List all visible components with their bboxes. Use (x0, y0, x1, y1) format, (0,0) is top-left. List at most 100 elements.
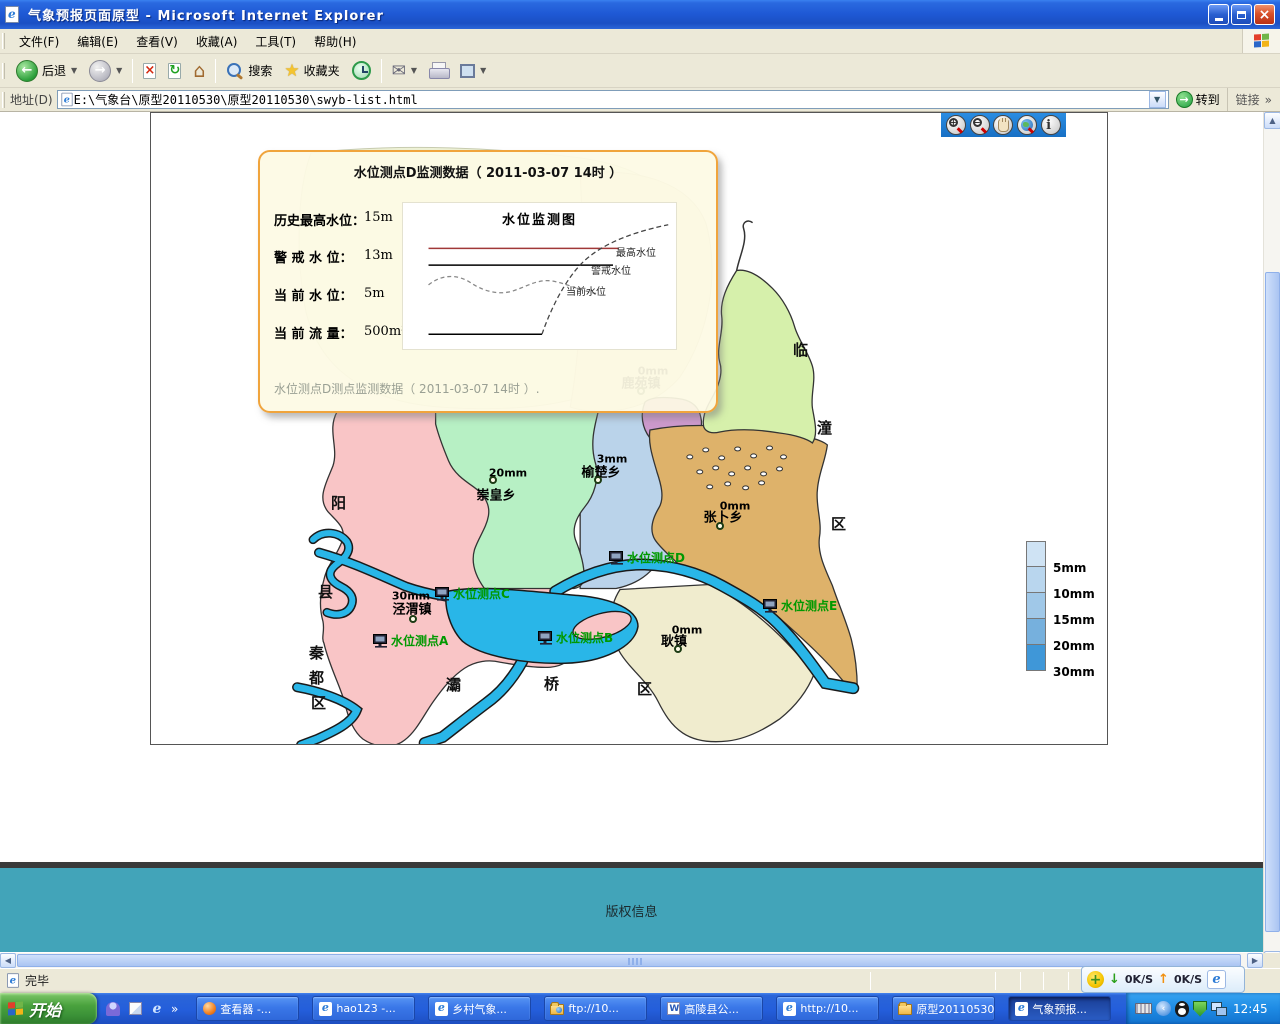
district-label: 县 (318, 581, 333, 602)
tray-clock: 12:45 (1233, 1002, 1268, 1016)
close-button-icon[interactable]: × (1254, 4, 1275, 25)
tray-collapse-icon[interactable]: ‹ (1156, 1001, 1171, 1016)
back-dropdown-icon[interactable]: ▼ (71, 66, 77, 75)
history-icon (352, 61, 371, 80)
station-marker[interactable]: 水位测点D (609, 549, 685, 566)
ie-widget-icon[interactable]: e (1207, 970, 1226, 989)
task-button-hao123[interactable]: hao123 -... (312, 996, 415, 1021)
water-level-chart: 水位监测图 最高水位 警戒水位 当前水位 (402, 202, 677, 350)
window-title: 气象预报页面原型 - Microsoft Internet Explorer (28, 5, 1208, 24)
task-button-http[interactable]: http://10... (776, 996, 879, 1021)
toolbar-grip[interactable] (2, 92, 5, 108)
quick-launch-ie-icon[interactable]: e (149, 1001, 165, 1017)
district-label: 临 (793, 339, 808, 360)
home-button[interactable]: ⌂ (187, 60, 211, 82)
scroll-right-icon[interactable]: ▶ (1247, 953, 1263, 968)
go-arrow-icon: → (1176, 91, 1193, 108)
input-method-keyboard-icon[interactable] (1135, 1003, 1152, 1014)
restore-button-icon[interactable] (1231, 4, 1252, 25)
address-bar: 地址(D) ▼ → 转到 链接 » (0, 88, 1280, 112)
folder-globe-icon (550, 1002, 564, 1016)
mail-dropdown-icon[interactable]: ▼ (411, 66, 417, 75)
station-marker[interactable]: 水位测点C (435, 585, 510, 602)
forward-button[interactable]: → ▼ (83, 57, 128, 85)
print-button[interactable] (423, 59, 454, 83)
ie-page-icon (1014, 1002, 1028, 1016)
full-extent-globe-icon[interactable] (1017, 115, 1037, 135)
chart-annotation: 警戒水位 (591, 262, 631, 277)
menu-help[interactable]: 帮助(H) (305, 30, 365, 53)
horizontal-scrollbar[interactable]: ◀ ▶ (0, 953, 1263, 968)
back-button[interactable]: ← 后退 ▼ (10, 57, 83, 85)
station-marker[interactable]: 水位测点B (538, 629, 613, 646)
monitor-icon (435, 587, 451, 601)
town-name: 崇皇乡 (476, 485, 515, 504)
zoom-in-icon[interactable]: + (946, 115, 966, 135)
security-shield-icon[interactable] (1193, 1001, 1207, 1017)
quick-launch-more-icon[interactable]: » (171, 1002, 178, 1016)
vertical-scrollbar[interactable]: ▲ ▼ (1263, 112, 1280, 968)
refresh-button[interactable]: ↻ (162, 60, 187, 82)
menu-edit[interactable]: 编辑(E) (68, 30, 127, 53)
chart-annotation: 当前水位 (566, 283, 606, 298)
pan-hand-icon[interactable] (993, 115, 1013, 135)
address-input[interactable] (74, 92, 1149, 108)
task-label: http://10... (800, 1002, 858, 1015)
menu-view[interactable]: 查看(V) (127, 30, 187, 53)
task-button-rural-weather[interactable]: 乡村气象... (428, 996, 531, 1021)
scroll-up-icon[interactable]: ▲ (1264, 112, 1280, 129)
edit-dropdown-icon[interactable]: ▼ (480, 66, 486, 75)
word-doc-icon (666, 1002, 680, 1016)
edit-button[interactable]: ▼ (454, 61, 492, 81)
task-button-word-doc[interactable]: 高陵县公... (660, 996, 763, 1021)
net-speed-widget[interactable]: + ↓ 0K/S ↑ 0K/S e (1081, 966, 1245, 993)
network-status-icon[interactable] (1211, 1002, 1227, 1016)
task-label: 乡村气象... (452, 1001, 507, 1017)
qq-penguin-icon[interactable] (1175, 1001, 1189, 1017)
district-label: 都 (309, 667, 324, 688)
station-marker[interactable]: 水位测点A (373, 632, 448, 649)
menu-tools[interactable]: 工具(T) (246, 30, 305, 53)
dialog-row-value: 5m (364, 286, 385, 301)
chart-title: 水位监测图 (403, 209, 676, 228)
quick-launch-show-desktop-icon[interactable] (127, 1001, 143, 1017)
go-button[interactable]: → 转到 (1169, 91, 1227, 108)
links-bar[interactable]: 链接 » (1227, 88, 1280, 111)
home-icon: ⌂ (193, 63, 205, 79)
station-data-dialog[interactable]: 水位测点D监测数据（ 2011-03-07 14时 ） 历史最高水位： 15m … (258, 150, 718, 413)
task-button-folder[interactable]: 原型20110530 (892, 996, 995, 1021)
horizontal-scroll-thumb[interactable] (17, 954, 1241, 967)
ie-page-icon (434, 1002, 448, 1016)
task-button-weather-prototype[interactable]: 气象预报... (1008, 996, 1111, 1021)
stop-button[interactable]: × (137, 60, 162, 82)
task-button-viewer[interactable]: 查看器 -... (196, 996, 299, 1021)
monitor-icon (763, 599, 779, 613)
mail-button[interactable]: ✉ ▼ (386, 60, 423, 82)
quick-launch-messenger-icon[interactable] (105, 1001, 121, 1017)
toolbar-grip[interactable] (2, 63, 5, 79)
history-button[interactable] (346, 58, 377, 83)
monitor-icon (373, 634, 389, 648)
vertical-scroll-thumb[interactable] (1265, 272, 1280, 932)
address-dropdown-icon[interactable]: ▼ (1149, 91, 1166, 108)
toolbar-grip[interactable] (2, 33, 5, 49)
menu-file[interactable]: 文件(F) (10, 30, 68, 53)
legend-swatch (1026, 619, 1046, 645)
stop-icon: × (143, 63, 156, 79)
info-icon[interactable]: i (1041, 115, 1061, 135)
scroll-left-icon[interactable]: ◀ (0, 953, 16, 968)
forward-dropdown-icon[interactable]: ▼ (116, 66, 122, 75)
minimize-button-icon[interactable] (1208, 4, 1229, 25)
district-label: 区 (311, 692, 326, 713)
start-button[interactable]: 开始 (0, 993, 97, 1024)
task-buttons: 查看器 -... hao123 -... 乡村气象... ftp://10...… (196, 996, 1111, 1021)
favorites-button[interactable]: ★ 收藏夹 (278, 59, 345, 82)
search-button[interactable]: 搜索 (220, 59, 278, 83)
task-button-ftp[interactable]: ftp://10... (544, 996, 647, 1021)
address-label: 地址(D) (10, 91, 53, 108)
station-marker[interactable]: 水位测点E (763, 597, 837, 614)
menu-favorites[interactable]: 收藏(A) (187, 30, 247, 53)
zoom-out-icon[interactable]: − (970, 115, 990, 135)
windows-logo-icon (1242, 29, 1280, 53)
links-chevron-icon[interactable]: » (1265, 93, 1272, 107)
